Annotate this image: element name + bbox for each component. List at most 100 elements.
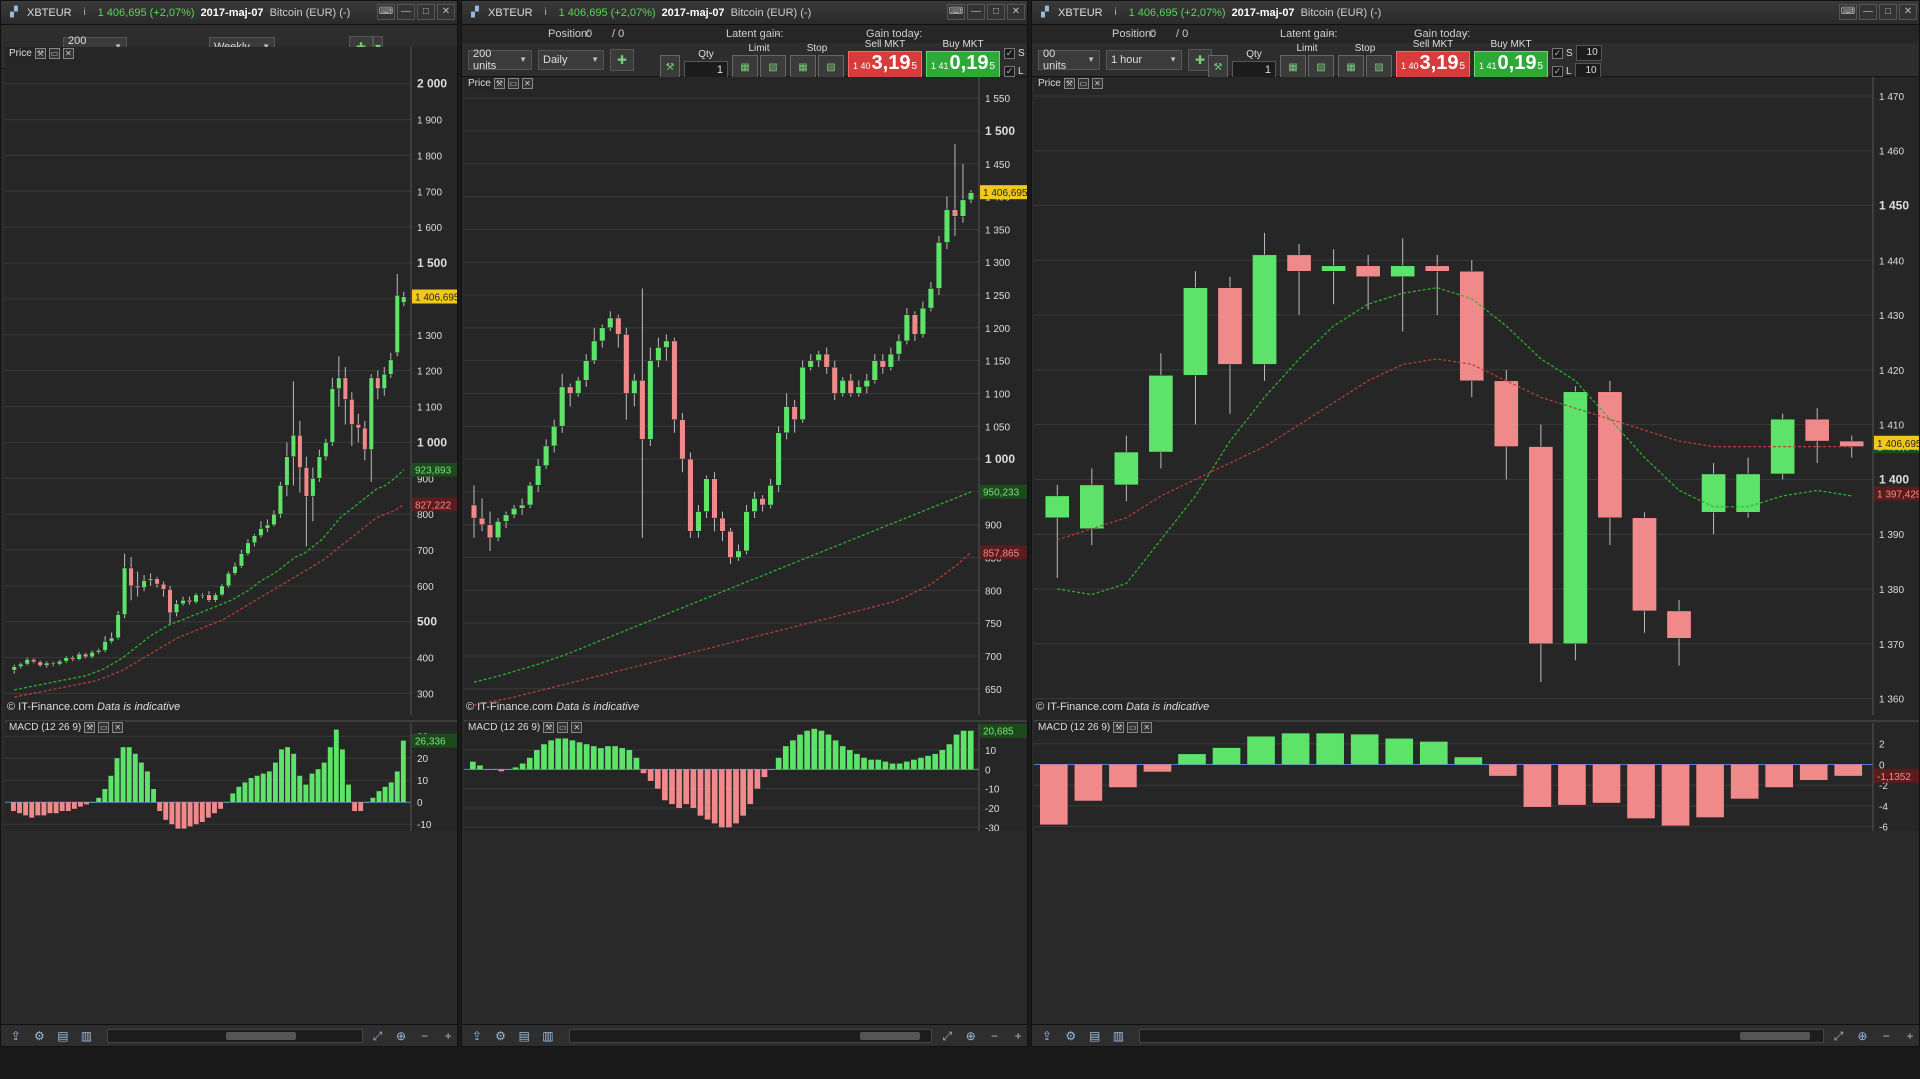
minimize-icon[interactable]: — [967,4,985,20]
zoom-in-icon[interactable]: + [1009,1028,1027,1044]
time-scrollbar[interactable] [107,1028,363,1043]
buy-market-button[interactable]: 1 41 0,19 5 [1474,51,1548,79]
keyboard-icon[interactable]: ⌨ [377,4,395,20]
keyboard-icon[interactable]: ⌨ [1839,4,1857,20]
fit-icon[interactable]: ⤢ [1830,1028,1848,1044]
limit-checkbox[interactable]: ✓ [1552,65,1563,77]
interval-select[interactable]: Daily ▼ [538,49,604,70]
stop-sell-button[interactable]: ▧ [818,55,844,79]
title-bar[interactable]: ▞ XBTEUR i 1 406,695 (+2,07%) 2017-maj-0… [1,1,457,25]
info-icon[interactable]: i [539,6,553,20]
tools-icon[interactable]: ⚙ [31,1028,49,1044]
zoom-out-icon[interactable]: − [1877,1028,1895,1044]
tools-icon[interactable]: ⚙ [492,1028,510,1044]
maximize-icon[interactable]: □ [1879,4,1897,20]
last-price-tag: 1 406,695 [983,188,1028,199]
bars-icon[interactable]: ▥ [78,1028,96,1044]
wrench-icon[interactable]: ⚒ [1113,722,1125,733]
chart-area[interactable]: 2 0001 9001 8001 7001 6001 5001 4001 300… [5,47,457,831]
window-icon[interactable]: ▭ [1127,722,1139,733]
window-icon[interactable]: ▭ [98,722,110,733]
time-scrollbar[interactable] [1139,1028,1824,1043]
export-icon[interactable]: ⇪ [468,1028,486,1044]
title-date: 2017-maj-07 [661,6,725,19]
close-icon[interactable]: ✕ [1899,4,1917,20]
fit-icon[interactable]: ⤢ [369,1028,387,1044]
bars-icon[interactable]: ▥ [539,1028,557,1044]
chart-window-hourly[interactable]: ▞ XBTEUR i 1 406,695 (+2,07%) 2017-maj-0… [1031,0,1920,1047]
wrench-icon[interactable]: ⚒ [493,78,505,89]
title-bar[interactable]: ▞ XBTEUR i 1 406,695 (+2,07%) 2017-maj-0… [462,1,1027,25]
sell-market-button[interactable]: 1 40 3,19 5 [1396,51,1470,79]
limit-buy-button[interactable]: ▦ [1280,55,1306,79]
save-icon[interactable]: ▤ [54,1028,72,1044]
limit-checkbox[interactable]: ✓ [1004,65,1015,77]
close-icon[interactable]: ✕ [112,722,124,733]
keyboard-icon[interactable]: ⌨ [947,4,965,20]
close-icon[interactable]: ✕ [437,4,455,20]
macd-tick-label: -30 [985,823,1000,831]
window-icon[interactable]: ▭ [48,48,60,59]
zoom-out-icon[interactable]: − [416,1028,434,1044]
chart-area[interactable]: 1 5501 5001 4501 4001 3501 3001 2501 200… [464,77,1028,831]
stop-sell-button[interactable]: ▧ [1366,55,1392,79]
buy-market-button[interactable]: 1 41 0,19 5 [926,51,1000,79]
macd-bar-up [285,747,291,803]
minimize-icon[interactable]: — [1859,4,1877,20]
wrench-icon[interactable]: ⚒ [1063,78,1075,89]
units-select[interactable]: 200 units▼ [468,48,532,72]
zoom-in-icon[interactable]: + [439,1028,457,1044]
close-icon[interactable]: ✕ [1091,78,1103,89]
chart-area[interactable]: 1 470 1 460 1 450 1 440 1 430 1 420 1 410 1 400… [1034,77,1919,831]
stop-buy-button[interactable]: ▦ [1338,55,1364,79]
wrench-icon[interactable]: ⚒ [660,55,680,79]
limit-sell-button[interactable]: ▧ [1308,55,1334,79]
close-icon[interactable]: ✕ [1007,4,1025,20]
window-icon[interactable]: ▭ [557,722,569,733]
stop-checkbox[interactable]: ✓ [1004,47,1015,59]
limit-sell-button[interactable]: ▧ [760,55,786,79]
candle-up [967,192,975,201]
maximize-icon[interactable]: □ [417,4,435,20]
stop-buy-button[interactable]: ▦ [790,55,816,79]
wrench-icon[interactable]: ⚒ [1208,55,1228,79]
chart-window-daily[interactable]: ▞ XBTEUR i 1 406,695 (+2,07%) 2017-maj-0… [461,0,1028,1047]
minimize-icon[interactable]: — [397,4,415,20]
export-icon[interactable]: ⇪ [7,1028,25,1044]
window-icon[interactable]: ▭ [507,78,519,89]
save-icon[interactable]: ▤ [515,1028,533,1044]
fit-icon[interactable]: ⤢ [938,1028,956,1044]
stop-distance-input[interactable]: 10 [1575,45,1602,61]
sell-market-button[interactable]: 1 40 3,19 5 [848,51,922,79]
close-icon[interactable]: ✕ [571,722,583,733]
info-icon[interactable]: i [78,6,92,20]
limit-buy-button[interactable]: ▦ [732,55,758,79]
close-icon[interactable]: ✕ [1141,722,1153,733]
title-bar[interactable]: ▞ XBTEUR i 1 406,695 (+2,07%) 2017-maj-0… [1032,1,1919,25]
close-icon[interactable]: ✕ [521,78,533,89]
macd-bar-up [333,729,339,803]
zoom-out-icon[interactable]: − [986,1028,1004,1044]
maximize-icon[interactable]: □ [987,4,1005,20]
wrench-icon[interactable]: ⚒ [84,722,96,733]
close-icon[interactable]: ✕ [62,48,74,59]
wrench-icon[interactable]: ⚒ [34,48,46,59]
wrench-icon[interactable]: ⚒ [543,722,555,733]
zoom-area-icon[interactable]: ⊕ [1853,1028,1871,1044]
interval-select[interactable]: 1 hour ▼ [1106,49,1182,70]
price-panel-bg [464,77,979,715]
zoom-in-icon[interactable]: + [1901,1028,1919,1044]
zoom-area-icon[interactable]: ⊕ [392,1028,410,1044]
export-icon[interactable]: ⇪ [1038,1028,1056,1044]
units-select[interactable]: 00 units ▼ [1038,48,1100,72]
save-icon[interactable]: ▤ [1086,1028,1104,1044]
chart-window-weekly[interactable]: ▞ XBTEUR i 1 406,695 (+2,07%) 2017-maj-0… [0,0,458,1047]
info-icon[interactable]: i [1109,6,1123,20]
time-scrollbar[interactable] [568,1028,933,1043]
zoom-area-icon[interactable]: ⊕ [962,1028,980,1044]
tools-icon[interactable]: ⚙ [1062,1028,1080,1044]
stop-checkbox[interactable]: ✓ [1552,47,1563,59]
window-icon[interactable]: ▭ [1077,78,1089,89]
bars-icon[interactable]: ▥ [1110,1028,1128,1044]
indicators-icon[interactable]: ✚ [610,48,634,71]
